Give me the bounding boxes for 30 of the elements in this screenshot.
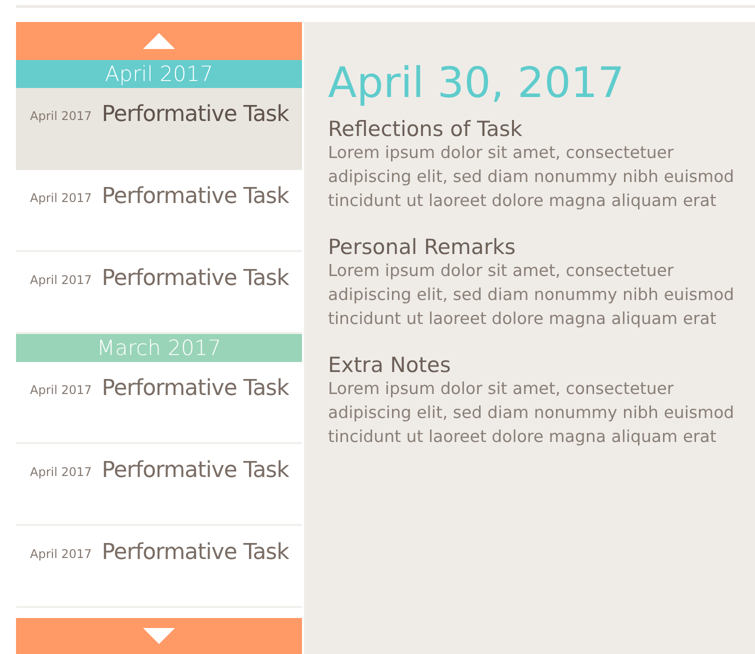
scroll-down-button[interactable] xyxy=(16,618,302,654)
task-item[interactable]: April 2017 Performative Task xyxy=(16,526,302,608)
task-date: April 2017 xyxy=(30,383,92,397)
task-item[interactable]: April 2017 Performative Task xyxy=(16,362,302,444)
task-title: Performative Task xyxy=(102,102,289,127)
month-header: March 2017 xyxy=(16,334,302,362)
section-heading: Personal Remarks xyxy=(328,235,517,259)
section-text: Lorem ipsum dolor sit amet, consectetuer adipiscing elit, sed diam nonummy nibh euismod tincidunt ut laoreet dolore magna aliquam erat xyxy=(328,260,735,330)
task-date: April 2017 xyxy=(30,465,92,479)
task-item[interactable]: April 2017 Performative Task xyxy=(16,88,302,170)
section-text: Lorem ipsum dolor sit amet, consectetuer adipiscing elit, sed diam nonummy nibh euismod tincidunt ut laoreet dolore magna aliquam erat xyxy=(328,142,735,212)
section-heading: Extra Notes xyxy=(328,353,452,377)
task-item[interactable]: April 2017 Performative Task xyxy=(16,170,302,252)
task-date: April 2017 xyxy=(30,273,92,287)
task-date: April 2017 xyxy=(30,191,92,205)
down-arrow-icon xyxy=(143,628,175,644)
task-title: Performative Task xyxy=(102,540,289,565)
month-header: April 2017 xyxy=(16,60,302,88)
task-date: April 2017 xyxy=(30,547,92,561)
task-title: Performative Task xyxy=(102,458,289,483)
section-heading: Reflections of Task xyxy=(328,117,524,141)
task-title: Performative Task xyxy=(102,266,289,291)
task-title: Performative Task xyxy=(102,184,289,209)
scroll-up-button[interactable] xyxy=(16,22,302,60)
section-text: Lorem ipsum dolor sit amet, consectetuer adipiscing elit, sed diam nonummy nibh euismod tincidunt ut laoreet dolore magna aliquam erat xyxy=(328,378,735,448)
task-date: April 2017 xyxy=(30,109,92,123)
task-title: Performative Task xyxy=(102,376,289,401)
detail-date: April 30, 2017 xyxy=(328,58,626,107)
task-item[interactable]: April 2017 Performative Task xyxy=(16,444,302,526)
up-arrow-icon xyxy=(143,33,175,49)
